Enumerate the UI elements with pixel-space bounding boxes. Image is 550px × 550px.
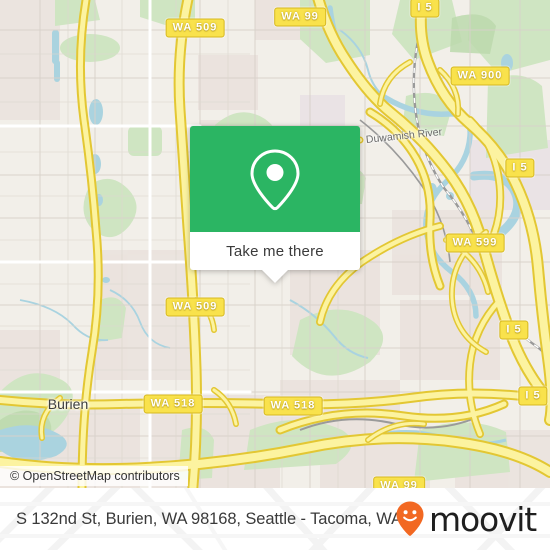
popup-pointer-tail [261, 269, 289, 283]
city-label: Burien [47, 396, 89, 412]
moovit-wordmark: moovit [429, 499, 537, 539]
highway-shield: WA 599 [445, 233, 505, 253]
moovit-brand[interactable]: moovit [395, 499, 537, 539]
destination-popup[interactable]: Take me there [190, 126, 360, 283]
highway-shield: WA 509 [165, 297, 225, 317]
moovit-map-card: WA 509 WA 99 I 5 WA 900 I 5 WA 599 WA 509 I 5 I … [0, 0, 550, 550]
highway-shield: WA 99 [373, 476, 425, 488]
footer-bar: S 132nd St, Burien, WA 98168, Seattle - … [0, 488, 550, 550]
highway-shield: WA 99 [274, 7, 326, 27]
highway-shield: WA 509 [165, 18, 225, 38]
map-pin-icon [250, 149, 300, 211]
highway-shield: WA 900 [450, 66, 510, 86]
highway-shield: WA 518 [263, 396, 323, 416]
moovit-smiley-pin-icon [396, 501, 424, 536]
highway-shield: I 5 [499, 320, 529, 340]
highway-shield: I 5 [410, 0, 440, 18]
popup-header [190, 126, 360, 232]
address-label: S 132nd St, Burien, WA 98168, Seattle - … [16, 509, 403, 528]
popup-footer[interactable]: Take me there [190, 232, 360, 283]
highway-shield: WA 518 [143, 394, 203, 414]
take-me-there-label: Take me there [226, 242, 324, 260]
highway-shield: I 5 [518, 386, 548, 406]
map-canvas[interactable]: WA 509 WA 99 I 5 WA 900 I 5 WA 599 WA 509 I 5 I … [0, 0, 550, 488]
highway-shield: I 5 [505, 158, 535, 178]
